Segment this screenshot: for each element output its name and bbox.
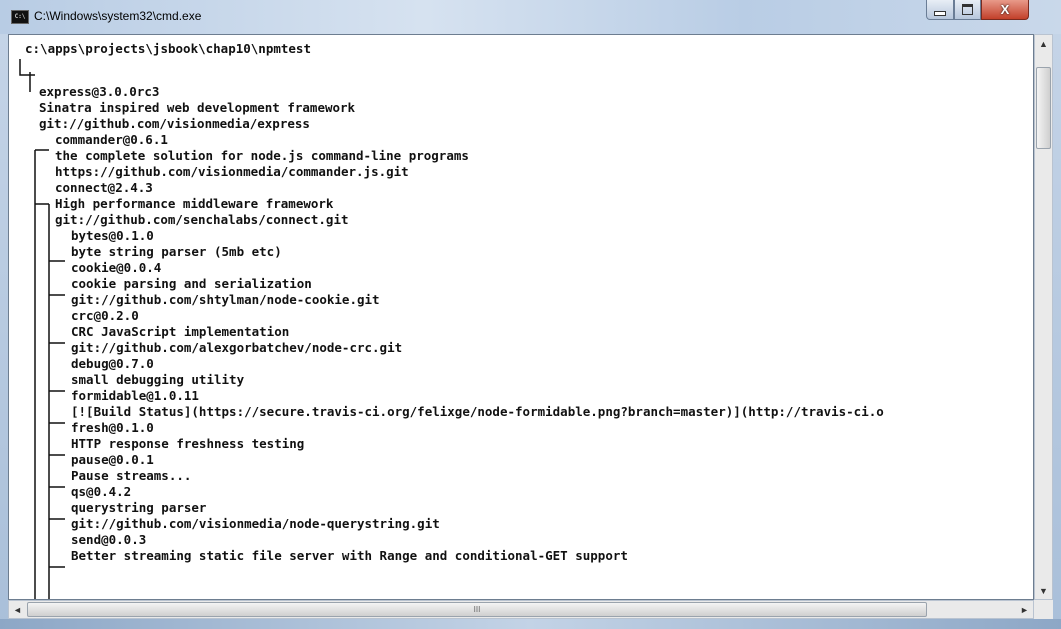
console-line: git://github.com/senchalabs/connect.git (55, 212, 349, 227)
console-line: https://github.com/visionmedia/commander… (55, 164, 409, 179)
console-line: debug@0.7.0 (71, 356, 154, 371)
console-line: Pause streams... (71, 468, 192, 483)
console-line: fresh@0.1.0 (71, 420, 154, 435)
console-line: send@0.0.3 (71, 532, 147, 547)
console-line: git://github.com/visionmedia/express (39, 116, 310, 131)
console-line: formidable@1.0.11 (71, 388, 199, 403)
console-line: [![Build Status](https://secure.travis-c… (71, 404, 884, 419)
console-line: pause@0.0.1 (71, 452, 154, 467)
console-line: crc@0.2.0 (71, 308, 139, 323)
vertical-scrollbar[interactable]: ▲ ▼ (1034, 34, 1053, 600)
horizontal-scrollbar[interactable]: ◄ III ► (8, 600, 1034, 619)
window-title: C:\Windows\system32\cmd.exe (34, 9, 202, 23)
cmd-window: C:\ C:\Windows\system32\cmd.exe X c:\app… (0, 0, 1061, 629)
horizontal-scroll-thumb[interactable]: III (27, 602, 927, 617)
scroll-grip-icon: III (473, 605, 481, 614)
title-bar[interactable]: C:\ C:\Windows\system32\cmd.exe X (0, 0, 1061, 34)
scroll-down-arrow-icon[interactable]: ▼ (1035, 582, 1052, 599)
console-line: byte string parser (5mb etc) (71, 244, 282, 259)
window-bottom-border (0, 619, 1061, 629)
console-line: git://github.com/shtylman/node-cookie.gi… (71, 292, 380, 307)
minimize-button[interactable] (926, 0, 954, 20)
console-line: express@3.0.0rc3 (39, 84, 160, 99)
close-button[interactable]: X (981, 0, 1029, 20)
prompt-path: c:\apps\projects\jsbook\chap10\npmtest (25, 41, 311, 56)
console-output[interactable]: c:\apps\projects\jsbook\chap10\npmtest e… (8, 34, 1034, 600)
minimize-icon (934, 11, 946, 16)
console-line: cookie@0.0.4 (71, 260, 162, 275)
console-line: the complete solution for node.js comman… (55, 148, 469, 163)
cmd-app-icon[interactable]: C:\ (11, 10, 29, 24)
console-line: connect@2.4.3 (55, 180, 153, 195)
resize-grip-icon[interactable] (1034, 600, 1053, 619)
scroll-left-arrow-icon[interactable]: ◄ (9, 601, 26, 618)
console-line: Better streaming static file server with… (71, 548, 628, 563)
console-line: HTTP response freshness testing (71, 436, 305, 451)
scroll-up-arrow-icon[interactable]: ▲ (1035, 35, 1052, 52)
console-line: bytes@0.1.0 (71, 228, 154, 243)
vertical-scroll-thumb[interactable] (1036, 67, 1051, 149)
scroll-right-arrow-icon[interactable]: ► (1016, 601, 1033, 618)
maximize-icon (962, 4, 973, 15)
maximize-button[interactable] (954, 0, 981, 20)
console-line: commander@0.6.1 (55, 132, 168, 147)
console-line: small debugging utility (71, 372, 245, 387)
console-line: git://github.com/visionmedia/node-querys… (71, 516, 440, 531)
console-line: High performance middleware framework (55, 196, 334, 211)
close-icon: X (1000, 2, 1010, 17)
console-line: querystring parser (71, 500, 207, 515)
console-line: qs@0.4.2 (71, 484, 132, 499)
console-line: git://github.com/alexgorbatchev/node-crc… (71, 340, 403, 355)
console-line: Sinatra inspired web development framewo… (39, 100, 356, 115)
console-line: cookie parsing and serialization (71, 276, 312, 291)
console-line: CRC JavaScript implementation (71, 324, 290, 339)
